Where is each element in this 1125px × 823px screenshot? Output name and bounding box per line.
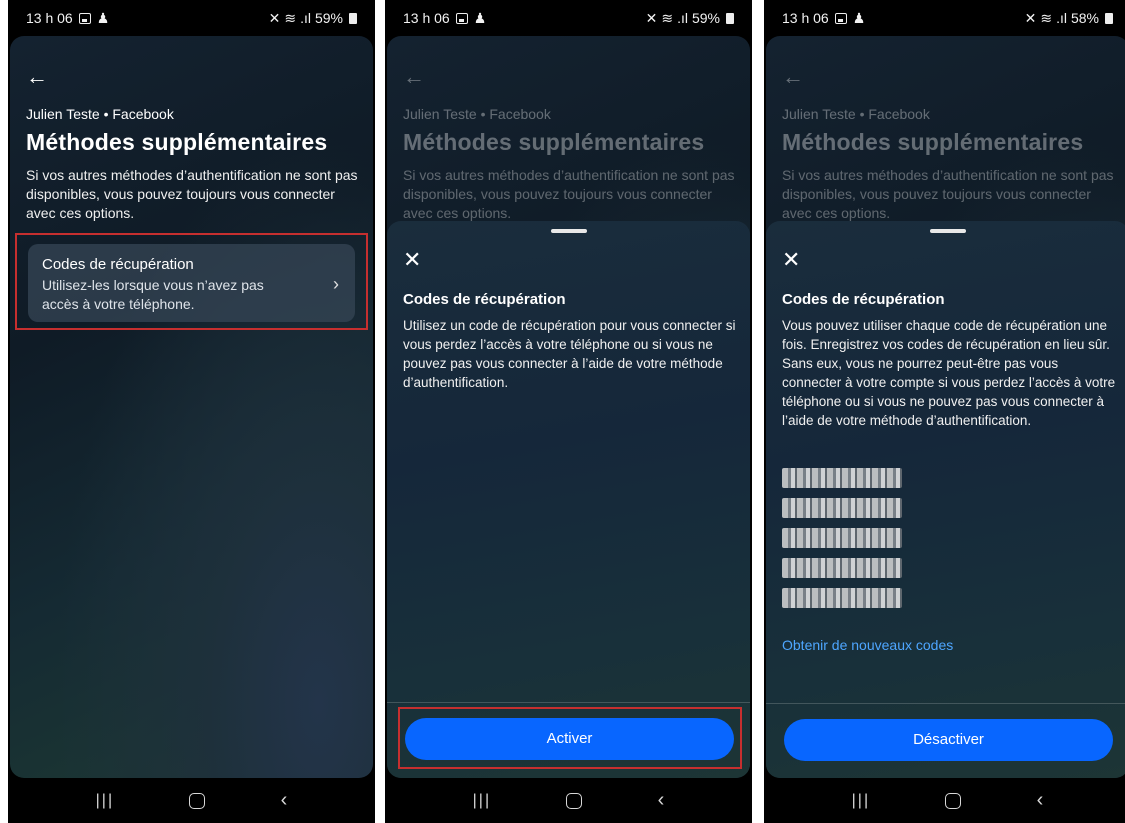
page-title: Méthodes supplémentaires [782, 129, 1084, 155]
android-nav-bar: ||| ‹ [764, 778, 1125, 823]
status-time: 13 h 06 [26, 10, 73, 26]
sheet-title: Codes de récupération [782, 291, 945, 308]
battery-icon [1105, 12, 1113, 24]
gallery-icon [455, 12, 468, 24]
wifi-icon: ≋ [661, 9, 674, 26]
phone-screen-3: 13 h 06 ♟ ✕ ≋ .ıl 58% ← Julien Teste • Faceb… [764, 0, 1125, 823]
get-new-codes-link[interactable]: Obtenir de nouveaux codes [782, 637, 953, 653]
highlight-frame [398, 707, 742, 769]
signal-icon: .ıl [1056, 10, 1067, 26]
phone-screen-1: 13 h 06 ♟ ✕ ≋ .ıl 59% ← Julien Teste • Faceb… [8, 0, 375, 823]
back-nav-icon[interactable]: ‹ [281, 789, 288, 812]
home-icon[interactable] [189, 792, 206, 809]
status-time: 13 h 06 [782, 10, 829, 26]
close-icon[interactable]: ✕ [403, 249, 421, 271]
highlight-frame [15, 233, 368, 330]
signal-icon: .ıl [300, 10, 311, 26]
account-label: Julien Teste • Facebook [26, 106, 174, 122]
battery-level: 58% [1070, 10, 1099, 26]
recovery-code-blurred [782, 498, 902, 518]
account-label: Julien Teste • Facebook [403, 106, 551, 122]
battery-level: 59% [691, 10, 720, 26]
android-nav-bar: ||| ‹ [8, 778, 375, 823]
account-label: Julien Teste • Facebook [782, 106, 930, 122]
drag-handle[interactable] [929, 229, 966, 233]
home-icon[interactable] [566, 792, 583, 809]
app-screen: ← Julien Teste • Facebook Méthodes suppl… [10, 36, 373, 778]
battery-level: 59% [314, 10, 343, 26]
sheet-body: Utilisez un code de récupération pour vo… [403, 318, 736, 390]
status-bar: 13 h 06 ♟ ✕ ≋ .ıl 59% [385, 0, 752, 36]
back-nav-icon[interactable]: ‹ [658, 789, 665, 812]
app-screen: ← Julien Teste • Facebook Méthodes suppl… [387, 36, 750, 778]
recent-apps-icon[interactable]: ||| [96, 792, 114, 810]
divider [766, 703, 1125, 704]
signal-icon: .ıl [677, 10, 688, 26]
recovery-code-blurred [782, 558, 902, 578]
sheet-body: Vous pouvez utiliser chaque code de récu… [782, 318, 1116, 428]
bottom-sheet: ✕ Codes de récupération Utilisez un code… [387, 221, 750, 778]
mute-icon: ✕ [1024, 9, 1037, 26]
recovery-code-blurred [782, 588, 902, 608]
home-icon[interactable] [945, 792, 962, 809]
android-nav-bar: ||| ‹ [385, 778, 752, 823]
status-bar: 13 h 06 ♟ ✕ ≋ .ıl 58% [764, 0, 1125, 36]
recent-apps-icon[interactable]: ||| [473, 792, 491, 810]
mute-icon: ✕ [645, 9, 658, 26]
gallery-icon [834, 12, 847, 24]
phone-screen-2: 13 h 06 ♟ ✕ ≋ .ıl 59% ← Julien Teste • Faceb… [385, 0, 752, 823]
back-arrow-icon[interactable]: ← [26, 66, 48, 88]
page-description: Si vos autres méthodes d’authentificatio… [26, 167, 358, 221]
close-icon[interactable]: ✕ [782, 249, 800, 271]
battery-icon [726, 12, 734, 24]
recovery-code-blurred [782, 528, 902, 548]
recent-apps-icon[interactable]: ||| [852, 792, 870, 810]
page-description: Si vos autres méthodes d’authentificatio… [403, 167, 735, 221]
gallery-icon [78, 12, 91, 24]
status-bar: 13 h 06 ♟ ✕ ≋ .ıl 59% [8, 0, 375, 36]
back-arrow-icon: ← [403, 64, 425, 89]
battery-icon [349, 12, 357, 24]
recovery-codes-list [782, 468, 902, 618]
status-time: 13 h 06 [403, 10, 450, 26]
recovery-code-blurred [782, 468, 902, 488]
divider [387, 702, 750, 703]
bottom-sheet: ✕ Codes de récupération Vous pouvez util… [766, 221, 1125, 778]
drag-handle[interactable] [550, 229, 587, 233]
sheet-title: Codes de récupération [403, 291, 566, 308]
page-title: Méthodes supplémentaires [403, 129, 705, 155]
page-title: Méthodes supplémentaires [26, 129, 328, 155]
deactivate-button[interactable]: Désactiver [784, 719, 1113, 761]
wifi-icon: ≋ [284, 9, 297, 26]
notification-icon: ♟ [473, 9, 487, 26]
mute-icon: ✕ [268, 9, 281, 26]
page-description: Si vos autres méthodes d’authentificatio… [782, 167, 1114, 221]
wifi-icon: ≋ [1040, 9, 1053, 26]
notification-icon: ♟ [852, 9, 866, 26]
back-arrow-icon: ← [782, 64, 804, 89]
notification-icon: ♟ [96, 9, 110, 26]
back-nav-icon[interactable]: ‹ [1037, 789, 1044, 812]
app-screen: ← Julien Teste • Facebook Méthodes suppl… [766, 36, 1125, 778]
